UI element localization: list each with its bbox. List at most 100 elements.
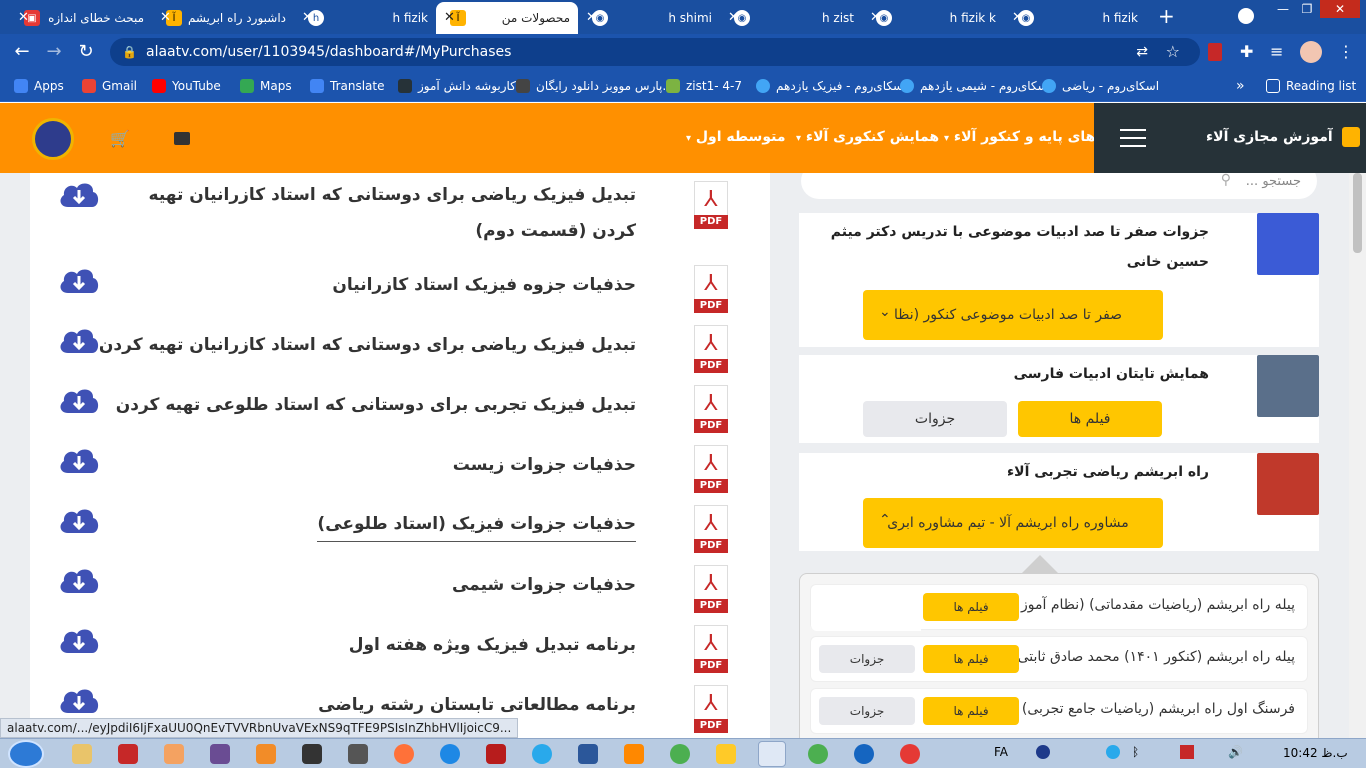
sub-product-title[interactable]: فرسنگ اول راه ابریشم (ریاضیات جامع تجربی… [1022, 701, 1295, 717]
close-window-icon[interactable]: ✕ [1320, 0, 1360, 18]
product-thumbnail[interactable] [1257, 213, 1319, 275]
browser-tab-active[interactable]: ✕ محصولات من آ [436, 2, 578, 34]
media-control-icon[interactable]: ≡ [1270, 42, 1283, 61]
pdf-file-icon[interactable]: ⅄ PDF [694, 445, 728, 493]
restore-icon[interactable]: ❐ [1296, 0, 1318, 18]
pdf-file-icon[interactable]: ⅄ PDF [694, 685, 728, 733]
browser-tab[interactable]: ✕ h zist ◉ [720, 2, 862, 34]
shield-tray-icon[interactable] [1180, 745, 1194, 759]
app-icon[interactable] [164, 744, 184, 764]
help-icon[interactable] [1036, 745, 1050, 759]
search-icon[interactable]: ⚲ [1221, 173, 1231, 188]
pdf-file-icon[interactable]: ⅄ PDF [694, 385, 728, 433]
pdf-file-icon[interactable]: ⅄ PDF [694, 181, 728, 229]
bookmark-youtube[interactable]: YouTube [152, 77, 221, 95]
purchase-title[interactable]: حذفیات جزوات زیست [453, 447, 636, 483]
profile-avatar[interactable] [1300, 41, 1322, 63]
close-icon[interactable]: ✕ [728, 10, 739, 25]
bookmark-star-icon[interactable]: ☆ [1166, 38, 1180, 66]
search-box[interactable]: جستجو ... ⚲ [801, 173, 1317, 199]
pdf-file-icon[interactable]: ⅄ PDF [694, 505, 728, 553]
bookmark-translate[interactable]: Translate [310, 77, 385, 95]
telegram-icon[interactable] [532, 744, 552, 764]
menu-item-middle-school[interactable]: متوسطه اول ▾ [686, 129, 785, 145]
notes-button[interactable]: جزوات [863, 401, 1007, 437]
bookmark-apps[interactable]: Apps [14, 77, 64, 95]
download-cloud-icon[interactable] [58, 625, 100, 655]
vlc-icon[interactable] [624, 744, 644, 764]
translate-page-icon[interactable]: ⇄ [1136, 38, 1148, 66]
browser-tab[interactable]: ✕ h fizik ◉ [1004, 2, 1146, 34]
more-menu-icon[interactable]: ⋮ [1338, 42, 1354, 61]
pdf-file-icon[interactable]: ⅄ PDF [694, 265, 728, 313]
extensions-puzzle-icon[interactable]: ✚ [1240, 42, 1253, 61]
cart-icon[interactable]: 🛒 [110, 129, 130, 148]
bookmark-item[interactable]: اسکای‌روم - شیمی یازدهم [900, 77, 1051, 95]
bookmark-item[interactable]: پارس مووبز دانلود رایگان... [516, 77, 674, 95]
app-icon[interactable] [348, 744, 368, 764]
clock[interactable]: 10:42 ب.ظ [1283, 746, 1348, 760]
sub-product-title[interactable]: پیله راه ابریشم (کنکور ۱۴۰۱) محمد صادق ث… [1018, 649, 1295, 665]
product-title[interactable]: راه ابریشم ریاضی تجربی آلاء [1007, 457, 1209, 487]
firefox-icon[interactable] [394, 744, 414, 764]
brand-name[interactable]: آموزش مجازی آلاء [1206, 129, 1333, 145]
back-icon[interactable]: ← [10, 40, 34, 64]
forward-icon[interactable]: → [42, 40, 66, 64]
purchase-title[interactable]: حذفیات جزوات فیزیک (استاد طلوعی) [317, 507, 636, 542]
browser-tab[interactable]: ✕ داشبورد راه ابریشم آ [152, 2, 294, 34]
purchase-title[interactable]: برنامه تبدیل فیزیک ویژه هفته اول [349, 627, 636, 663]
new-tab-button[interactable]: + [1158, 6, 1175, 26]
download-cloud-icon[interactable] [58, 265, 100, 295]
search-input[interactable]: جستجو ... [1246, 174, 1301, 189]
bookmark-gmail[interactable]: Gmail [82, 77, 137, 95]
product-title[interactable]: همایش تایتان ادبیات فارسی [1014, 359, 1209, 389]
purchase-title[interactable]: حذفیات جزوه فیزیک استاد کازرانیان [332, 267, 636, 303]
download-cloud-icon[interactable] [58, 385, 100, 415]
bookmark-maps[interactable]: Maps [240, 77, 292, 95]
product-title[interactable]: جزوات صفر تا صد ادبیات موضوعی با تدریس د… [809, 217, 1209, 277]
product-dropdown-button[interactable]: مشاوره راه ابریشم آلا - تیم مشاوره ابری … [863, 498, 1163, 548]
purchase-title[interactable]: حذفیات جزوات شیمی [452, 567, 636, 603]
product-thumbnail[interactable] [1257, 453, 1319, 515]
wallet-icon[interactable] [174, 132, 190, 145]
address-bar[interactable]: 🔒 alaatv.com/user/1103945/dashboard#/MyP… [110, 38, 1200, 66]
browser-tab[interactable]: ✕ h shimi ◉ [578, 2, 720, 34]
sub-product-title[interactable]: پیله راه ابریشم (ریاضیات مقدماتی) (نظام … [1021, 597, 1295, 613]
close-icon[interactable]: ✕ [302, 10, 313, 25]
scrollbar-thumb[interactable] [1353, 173, 1362, 253]
pdf-file-icon[interactable]: ⅄ PDF [694, 565, 728, 613]
pdf-file-icon[interactable]: ⅄ PDF [694, 325, 728, 373]
bookmark-item[interactable]: اسکای‌روم - ریاضی [1042, 77, 1159, 95]
download-cloud-icon[interactable] [58, 565, 100, 595]
chrome-taskbar-active[interactable] [758, 741, 786, 767]
file-explorer-icon[interactable] [72, 744, 92, 764]
app-icon[interactable] [670, 744, 690, 764]
hamburger-menu-icon[interactable] [1120, 125, 1146, 149]
word-icon[interactable] [578, 744, 598, 764]
pdf-file-icon[interactable]: ⅄ PDF [694, 625, 728, 673]
menu-item-konkur-conference[interactable]: همایش کنکوری آلاء ▾ [796, 129, 939, 145]
bookmark-item[interactable]: zist1- 4-7 [666, 77, 742, 95]
extension-icon[interactable] [1208, 43, 1222, 61]
app-icon[interactable] [302, 744, 322, 764]
tab-search-icon[interactable] [1238, 8, 1254, 24]
shield-app-icon[interactable] [118, 744, 138, 764]
purchase-title[interactable]: تبدیل فیزیک ریاضی برای دوستانی که استاد … [116, 177, 636, 249]
download-cloud-icon[interactable] [58, 685, 100, 715]
app-icon[interactable] [210, 744, 230, 764]
minimize-icon[interactable]: — [1272, 0, 1294, 18]
telegram-tray-icon[interactable] [1106, 745, 1120, 759]
bookmark-item[interactable]: کاربوشه دانش آموز [398, 77, 516, 95]
films-button[interactable]: فیلم ها [1018, 401, 1162, 437]
bluetooth-icon[interactable]: ᛒ [1132, 745, 1139, 759]
films-button[interactable]: فیلم ها [923, 645, 1019, 673]
user-avatar[interactable] [32, 118, 74, 160]
download-cloud-icon[interactable] [58, 505, 100, 535]
films-button[interactable]: فیلم ها [923, 593, 1019, 621]
browser-tab[interactable]: ✕ مبحث خطای اندازه ▣ [10, 2, 152, 34]
close-icon[interactable]: ✕ [870, 10, 881, 25]
bookmark-item[interactable]: اسکای‌روم - فیزیک یازدهم [756, 77, 906, 95]
purchase-title[interactable]: تبدیل فیزیک تجربی برای دوستانی که استاد … [116, 387, 636, 423]
films-button[interactable]: فیلم ها [923, 697, 1019, 725]
page-scrollbar[interactable] [1349, 173, 1366, 738]
